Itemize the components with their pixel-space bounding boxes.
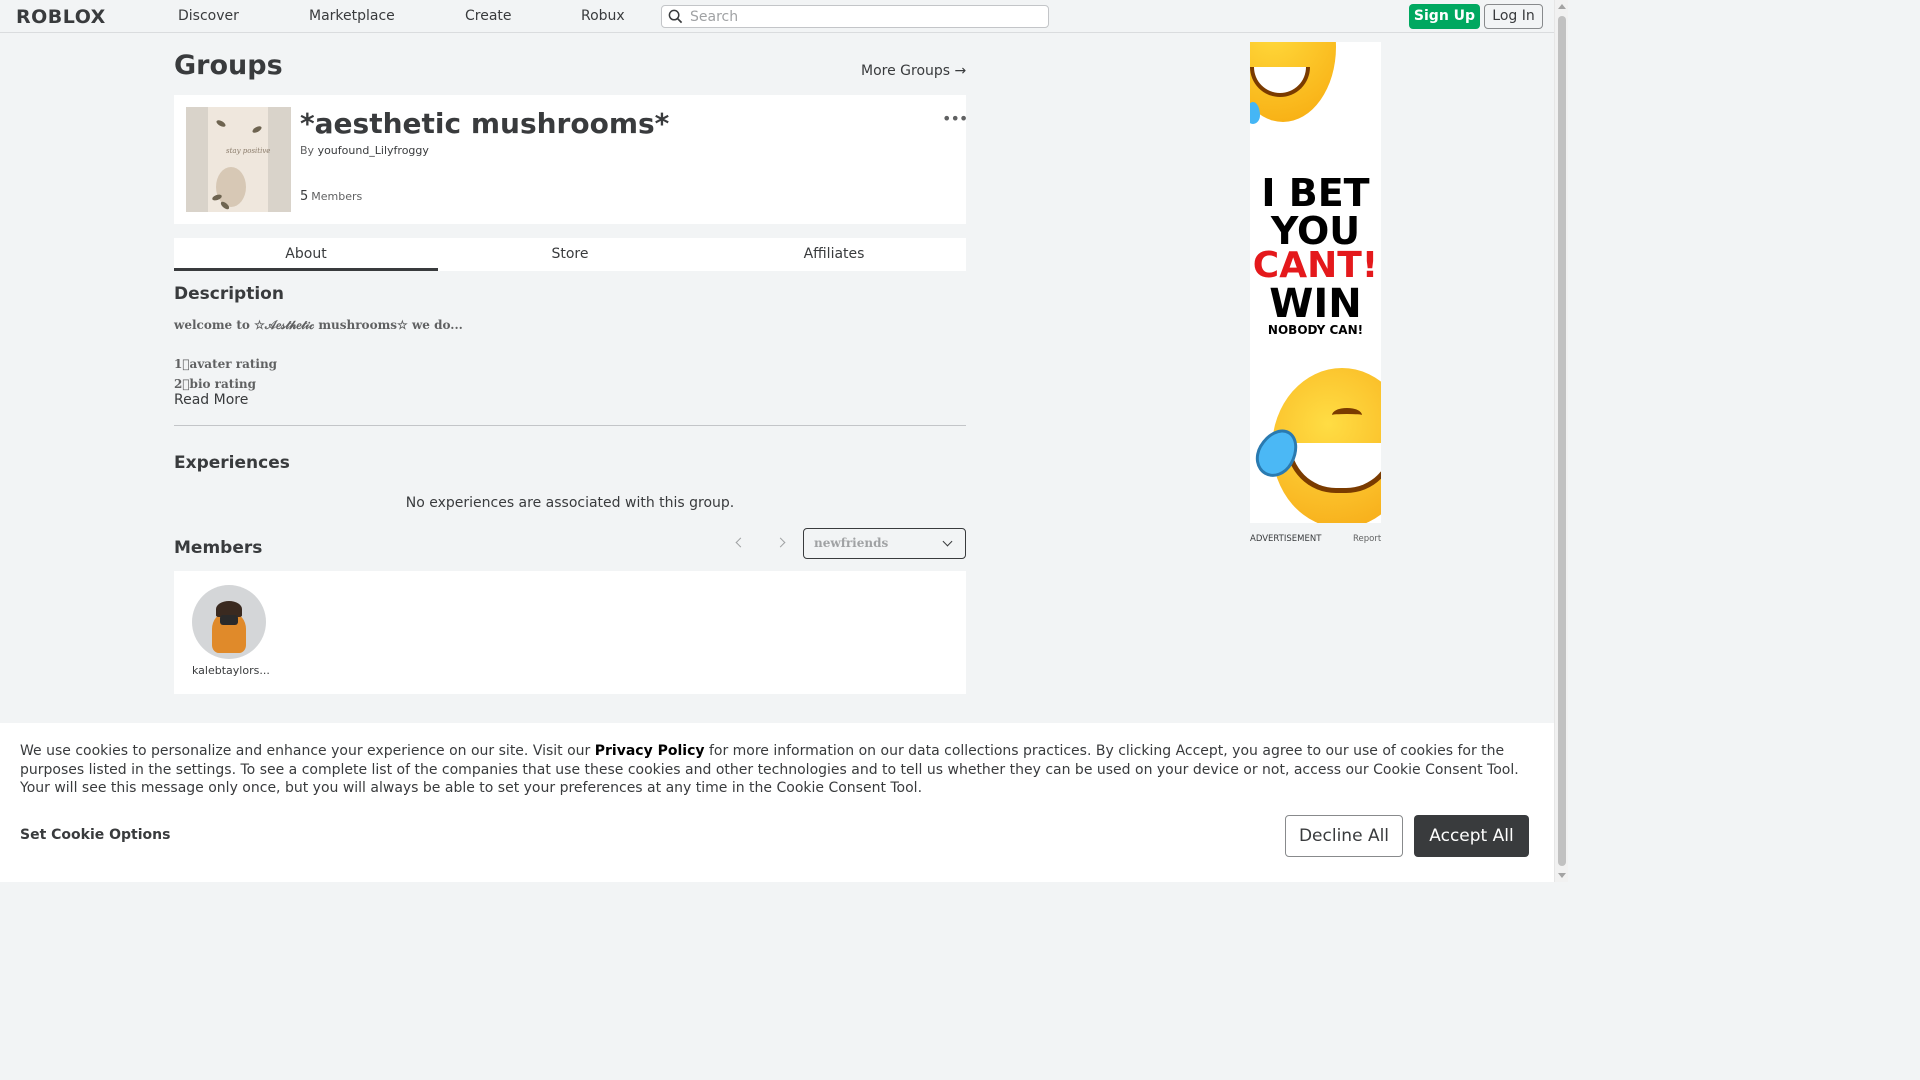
member-count: 5 Members xyxy=(300,189,362,204)
ad-line: CANT! xyxy=(1252,245,1379,286)
search-icon xyxy=(668,9,683,24)
scrollbar-thumb[interactable] xyxy=(1558,16,1566,866)
nav-marketplace[interactable]: Marketplace xyxy=(309,8,395,24)
decline-all-button[interactable]: Decline All xyxy=(1285,815,1403,857)
no-experiences-message: No experiences are associated with this … xyxy=(405,495,735,511)
accept-all-button[interactable]: Accept All xyxy=(1414,815,1529,857)
privacy-policy-link[interactable]: Privacy Policy xyxy=(595,743,705,759)
thumbnail-caption: stay positive xyxy=(226,147,271,155)
description-line: 1⃣avater rating xyxy=(174,357,278,371)
section-divider xyxy=(174,425,966,426)
read-more-link[interactable]: Read More xyxy=(174,392,248,408)
crying-laughing-emoji-icon xyxy=(1250,368,1381,523)
more-groups-link[interactable]: More Groups → xyxy=(861,63,966,79)
advertisement-banner[interactable]: I BET YOU CANT! WIN NOBODY CAN! xyxy=(1250,42,1381,523)
members-list: kalebtaylors... xyxy=(174,571,966,694)
advertisement-label: ADVERTISEMENT xyxy=(1250,534,1322,544)
group-description: welcome to ☆𝒜𝑒𝓈𝓉𝒽𝑒𝓉𝒾𝒸 mushrooms☆ we do..… xyxy=(174,316,463,394)
group-tabs: About Store Affiliates xyxy=(174,238,966,271)
nav-create[interactable]: Create xyxy=(465,8,512,24)
page-scrollbar[interactable] xyxy=(1554,0,1568,882)
chevron-left-icon[interactable] xyxy=(733,537,745,549)
description-line: welcome to ☆𝒜𝑒𝓈𝓉𝒽𝑒𝓉𝒾𝒸 mushrooms☆ we do..… xyxy=(174,318,463,332)
cookie-text-part: We use cookies to personalize and enhanc… xyxy=(20,743,595,759)
chevron-down-icon xyxy=(942,536,953,547)
owner-link[interactable]: youfound_Lilyfroggy xyxy=(318,144,429,157)
search-box[interactable] xyxy=(661,5,1049,28)
avatar[interactable] xyxy=(192,585,266,659)
ad-report-link[interactable]: Report xyxy=(1353,534,1381,544)
sign-up-button[interactable]: Sign Up xyxy=(1409,4,1480,29)
chevron-right-icon[interactable] xyxy=(776,537,788,549)
ad-line: I BET xyxy=(1261,171,1370,215)
roblox-logo[interactable]: ROBLOX xyxy=(16,6,106,28)
tab-store[interactable]: Store xyxy=(438,238,702,271)
nav-discover[interactable]: Discover xyxy=(178,8,239,24)
ad-line: WIN xyxy=(1269,281,1362,327)
role-select[interactable]: newfriends xyxy=(803,528,966,559)
experiences-heading: Experiences xyxy=(174,453,290,473)
description-line xyxy=(174,336,463,356)
search-input[interactable] xyxy=(690,7,1040,26)
role-select-value: newfriends xyxy=(814,536,889,550)
group-owner: By youfound_Lilyfroggy xyxy=(300,144,429,157)
ad-line: NOBODY CAN! xyxy=(1267,323,1364,337)
group-name: *aesthetic mushrooms* xyxy=(300,107,670,140)
description-heading: Description xyxy=(174,284,284,304)
scroll-up-icon[interactable] xyxy=(1558,4,1566,9)
set-cookie-options-link[interactable]: Set Cookie Options xyxy=(20,827,170,843)
cookie-message: We use cookies to personalize and enhanc… xyxy=(20,742,1540,798)
more-options-icon[interactable]: ••• xyxy=(942,109,968,128)
tab-about[interactable]: About xyxy=(174,238,438,271)
nav-robux[interactable]: Robux xyxy=(581,8,625,24)
top-navigation-bar: ROBLOX Discover Marketplace Create Robux… xyxy=(0,0,1554,33)
member-count-label: Members xyxy=(311,190,363,203)
by-prefix: By xyxy=(300,144,315,157)
member-count-value: 5 xyxy=(300,189,309,204)
members-heading: Members xyxy=(174,538,263,558)
tab-affiliates[interactable]: Affiliates xyxy=(702,238,966,271)
member-name[interactable]: kalebtaylors... xyxy=(192,664,270,677)
laughing-emoji-icon xyxy=(1250,42,1336,124)
scroll-down-icon[interactable] xyxy=(1558,873,1566,878)
group-thumbnail: stay positive xyxy=(186,107,291,212)
group-header-card: stay positive *aesthetic mushrooms* By y… xyxy=(174,95,968,224)
page-title: Groups xyxy=(174,50,283,81)
log-in-button[interactable]: Log In xyxy=(1484,4,1543,29)
cookie-banner: We use cookies to personalize and enhanc… xyxy=(0,723,1554,882)
